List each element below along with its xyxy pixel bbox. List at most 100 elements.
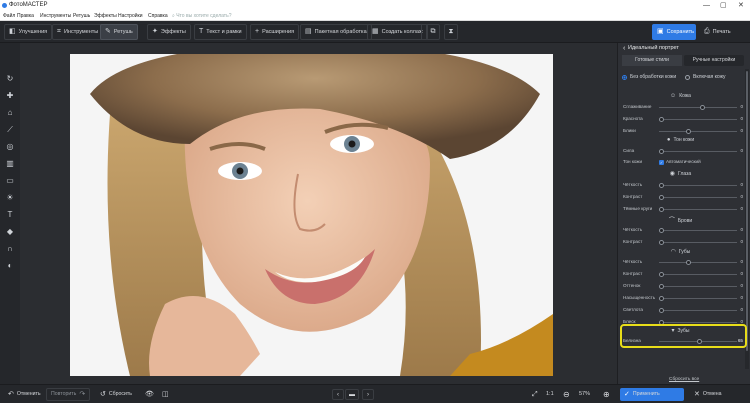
print-button[interactable]: ⎙ Печать xyxy=(700,24,735,40)
text-tool-icon[interactable]: T xyxy=(4,209,16,221)
slider-knob[interactable] xyxy=(659,148,664,154)
slider-track[interactable] xyxy=(659,106,737,108)
preview-button[interactable]: 👁 xyxy=(141,388,158,401)
tab-manual-settings[interactable]: Ручные настройки xyxy=(684,55,744,66)
slider-track[interactable] xyxy=(659,261,737,263)
slider-brows-contrast[interactable]: Контраст 0 xyxy=(623,237,743,247)
rect-icon[interactable]: ▭ xyxy=(4,175,16,187)
tab-collage[interactable]: ▦ Создать коллаж xyxy=(367,24,428,40)
slider-track[interactable] xyxy=(659,273,737,275)
minimize-button[interactable]: — xyxy=(703,0,710,11)
slider-knob[interactable] xyxy=(659,271,664,277)
slider-smoothing[interactable]: Сглаживание 0 xyxy=(623,102,743,112)
history-button[interactable]: ⧗ xyxy=(444,24,458,40)
slider-lips-lightness[interactable]: Светлота 0 xyxy=(623,305,743,315)
slider-knob[interactable] xyxy=(659,295,664,301)
radio-no-skin[interactable]: Без обработки кожи xyxy=(622,74,676,80)
fill-icon[interactable]: ◆ xyxy=(4,226,16,238)
before-after-button[interactable]: ◫ xyxy=(158,388,173,401)
slider-track[interactable] xyxy=(659,241,737,243)
slider-track[interactable] xyxy=(659,196,737,198)
slider-knob[interactable] xyxy=(686,259,691,265)
slider-track[interactable] xyxy=(659,297,737,299)
compare-button[interactable]: ⧉ xyxy=(426,24,440,40)
slider-track[interactable] xyxy=(659,150,737,152)
slider-track[interactable] xyxy=(659,309,737,311)
tab-ready-styles[interactable]: Готовые стили xyxy=(622,55,682,66)
brush-tool-icon[interactable]: ⟋ xyxy=(4,124,16,136)
zoom-1-1-button[interactable]: 1:1 xyxy=(546,388,554,401)
slider-lips-contrast[interactable]: Контраст 0 xyxy=(623,269,743,279)
slider-eyes-clarity[interactable]: Чёткость 0 xyxy=(623,180,743,190)
light-icon[interactable]: ☀ xyxy=(4,192,16,204)
maximize-button[interactable]: ▢ xyxy=(720,0,727,11)
zoom-out-icon[interactable]: ⊖ xyxy=(563,388,570,401)
undo-button[interactable]: ↶ Отменить xyxy=(4,388,45,401)
reset-all-link[interactable]: Сбросить все xyxy=(669,377,699,382)
tab-batch[interactable]: ▤ Пакетная обработка xyxy=(300,24,372,40)
slider-knob[interactable] xyxy=(659,239,664,245)
rotate-icon[interactable]: ↻ xyxy=(4,73,16,85)
slider-track[interactable] xyxy=(659,321,737,323)
slider-track[interactable] xyxy=(659,285,737,287)
prev-image-button[interactable]: ‹ xyxy=(332,389,344,400)
heal-icon[interactable]: ✚ xyxy=(4,90,16,102)
slider-track[interactable] xyxy=(659,208,737,210)
radio-with-skin[interactable]: Включая кожу xyxy=(685,74,726,80)
slider-dark-circles[interactable]: Тёмные круги 0 xyxy=(623,204,743,214)
slider-knob[interactable] xyxy=(659,227,664,233)
gradient-icon[interactable]: ◎ xyxy=(4,141,16,153)
slider-knob[interactable] xyxy=(700,104,705,110)
slider-knob[interactable] xyxy=(659,206,664,212)
apply-button[interactable]: ✓ Применить xyxy=(620,388,684,401)
slider-brows-clarity[interactable]: Чёткость 0 xyxy=(623,225,743,235)
save-button[interactable]: ▣ Сохранить xyxy=(652,24,696,40)
slider-track[interactable] xyxy=(659,184,737,186)
menu-file[interactable]: Файл xyxy=(3,11,15,21)
auto-checkbox[interactable]: ✓ Автоматический xyxy=(659,157,701,167)
menu-tools[interactable]: Инструменты xyxy=(40,11,71,21)
redo-button[interactable]: Повторить ↷ xyxy=(46,388,91,401)
slider-knob[interactable] xyxy=(659,182,664,188)
slider-track[interactable] xyxy=(659,229,737,231)
portrait-photo[interactable] xyxy=(70,54,553,376)
zoom-in-icon[interactable]: ⊕ xyxy=(603,388,610,401)
menu-help[interactable]: Справка xyxy=(148,11,168,21)
reset-button[interactable]: ↺ Сбросить xyxy=(96,388,136,401)
fit-screen-button[interactable]: ⤢ xyxy=(528,388,542,401)
back-arrow-icon[interactable]: ‹ xyxy=(623,43,625,54)
tab-tools[interactable]: ⌗ Инструменты xyxy=(52,24,104,40)
slider-lips-hue[interactable]: Оттенок 0 xyxy=(623,281,743,291)
menu-retouch[interactable]: Ретушь xyxy=(73,11,90,21)
slider-eyes-contrast[interactable]: Контраст 0 xyxy=(623,192,743,202)
menu-search[interactable]: ⌕ Что вы хотите сделать? xyxy=(172,11,231,21)
slider-redness[interactable]: Краснота 0 xyxy=(623,114,743,124)
tab-text-frames[interactable]: T Текст и рамки xyxy=(194,24,247,40)
slider-lips-clarity[interactable]: Чёткость 0 xyxy=(623,257,743,267)
tab-extensions[interactable]: + Расширения xyxy=(250,24,300,40)
panel-scroll-thumb[interactable] xyxy=(746,71,748,351)
slider-track[interactable] xyxy=(659,118,737,120)
folder-button[interactable]: ▬ xyxy=(345,389,359,400)
slider-track[interactable] xyxy=(659,130,737,132)
slider-knob[interactable] xyxy=(659,194,664,200)
slider-glare[interactable]: Блики 0 xyxy=(623,126,743,136)
cancel-button[interactable]: ✕ Отмена xyxy=(690,388,726,401)
slider-knob[interactable] xyxy=(659,307,664,313)
tab-effects[interactable]: ✦ Эффекты xyxy=(147,24,191,40)
slider-knob[interactable] xyxy=(659,283,664,289)
slider-strength[interactable]: Сила 0 xyxy=(623,146,743,156)
next-image-button[interactable]: › xyxy=(362,389,374,400)
slider-lips-saturation[interactable]: Насыщенность 0 xyxy=(623,293,743,303)
menu-settings[interactable]: Настройки xyxy=(118,11,143,21)
filter-icon[interactable]: ▥ xyxy=(4,158,16,170)
slider-knob[interactable] xyxy=(686,128,691,134)
stamp-icon[interactable]: ⌂ xyxy=(4,107,16,119)
mask-icon[interactable]: ◐ xyxy=(4,260,16,272)
menu-edit[interactable]: Правка xyxy=(17,11,34,21)
slider-knob[interactable] xyxy=(659,116,664,122)
menu-effects[interactable]: Эффекты xyxy=(94,11,117,21)
magnet-icon[interactable]: ∩ xyxy=(4,243,16,255)
close-window-button[interactable]: ✕ xyxy=(738,0,744,11)
tab-retouch[interactable]: ✎ Ретушь xyxy=(100,24,138,40)
